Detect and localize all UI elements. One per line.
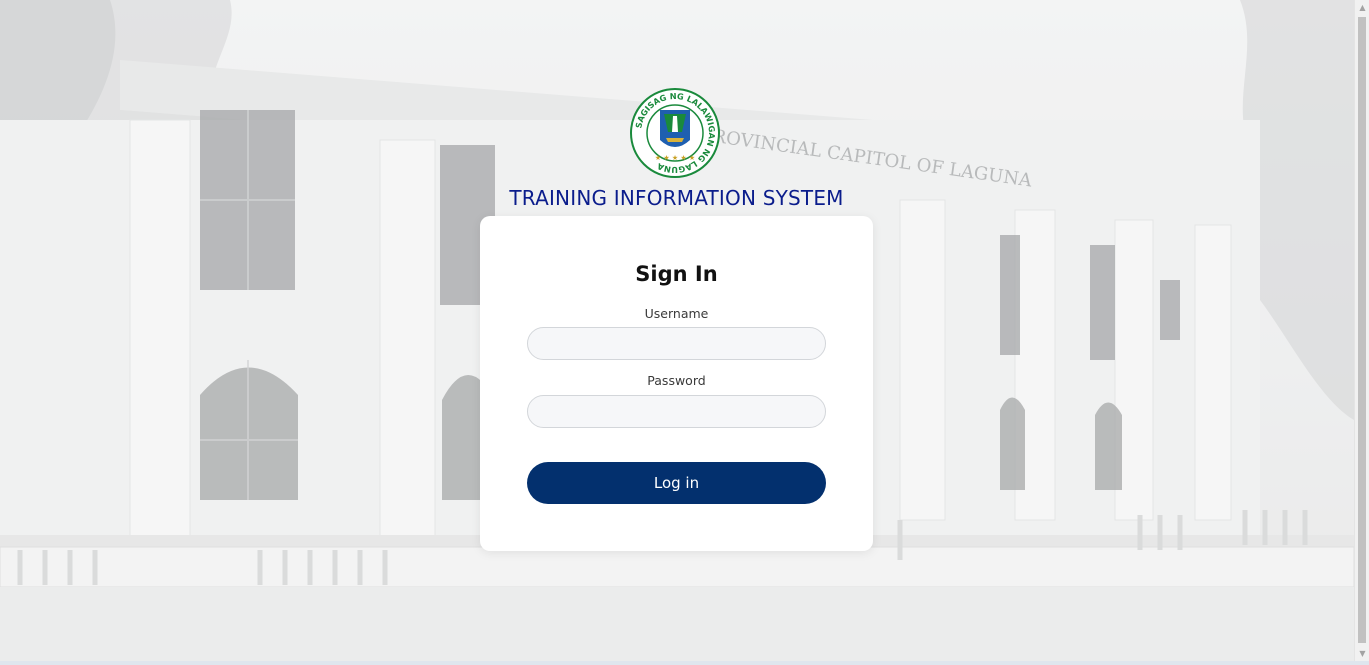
username-input[interactable] (527, 327, 826, 360)
password-label: Password (647, 373, 706, 388)
scroll-up-arrow-icon[interactable]: ▲ (1355, 0, 1369, 15)
login-card: Sign In Username Password Log in (480, 216, 873, 551)
horizontal-scroll-edge (0, 661, 1369, 665)
vertical-scrollbar[interactable]: ▲ ▼ (1354, 0, 1369, 661)
svg-text:★ ★ ★ ★ ★: ★ ★ ★ ★ ★ (655, 154, 695, 162)
username-label: Username (644, 306, 709, 321)
password-input[interactable] (527, 395, 826, 428)
laguna-seal-logo: SAGISAG NG LALAWIGAN NG LAGUNA ★ ★ ★ ★ ★ (630, 88, 720, 178)
system-title: TRAINING INFORMATION SYSTEM (509, 186, 844, 210)
sign-in-heading: Sign In (635, 262, 718, 286)
login-page: PROVINCIAL CAPITOL OF LAGUNA SAGISAG NG … (0, 0, 1369, 665)
login-button[interactable]: Log in (527, 462, 826, 504)
scroll-thumb[interactable] (1358, 17, 1366, 643)
scroll-down-arrow-icon[interactable]: ▼ (1355, 646, 1369, 661)
